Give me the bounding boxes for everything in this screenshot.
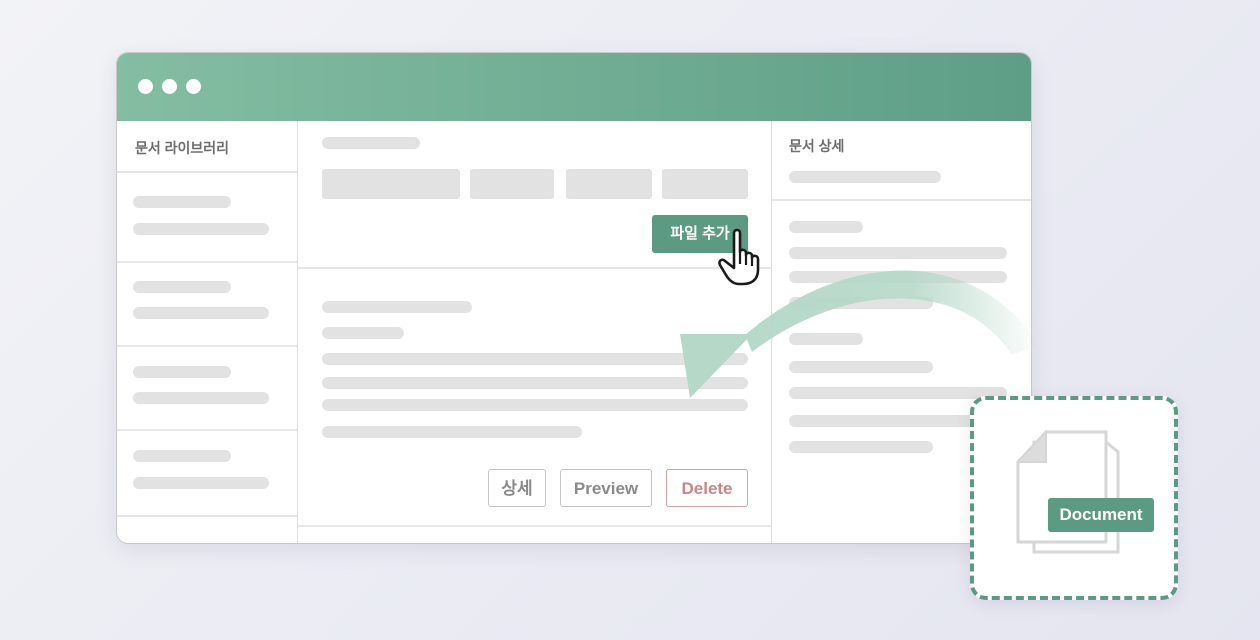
placeholder-line bbox=[789, 171, 941, 183]
hand-pointer-icon bbox=[718, 228, 760, 286]
placeholder-line bbox=[789, 387, 1007, 399]
divider bbox=[117, 345, 298, 347]
placeholder-line bbox=[789, 333, 863, 345]
file-drop-zone[interactable]: Document bbox=[970, 396, 1178, 600]
placeholder-line bbox=[322, 137, 420, 149]
title-bar bbox=[117, 53, 1031, 121]
sidebar-title: 문서 라이브러리 bbox=[135, 140, 230, 156]
window-control-maximize[interactable] bbox=[186, 79, 201, 94]
placeholder-field[interactable] bbox=[662, 169, 748, 199]
placeholder-line bbox=[322, 327, 404, 339]
placeholder-line bbox=[322, 301, 472, 313]
placeholder-line bbox=[322, 399, 748, 411]
placeholder-line bbox=[789, 247, 1007, 259]
details-button[interactable]: 상세 bbox=[488, 469, 546, 507]
divider bbox=[117, 515, 298, 517]
placeholder-line bbox=[133, 477, 269, 489]
placeholder-line bbox=[133, 392, 269, 404]
placeholder-line bbox=[789, 271, 1007, 283]
placeholder-line bbox=[789, 221, 863, 233]
document-label: Document bbox=[1048, 498, 1154, 532]
placeholder-line bbox=[133, 366, 231, 378]
placeholder-line bbox=[322, 353, 748, 365]
detail-title: 문서 상세 bbox=[789, 138, 845, 154]
window-control-minimize[interactable] bbox=[162, 79, 177, 94]
sidebar: 문서 라이브러리 bbox=[117, 121, 298, 543]
divider bbox=[117, 261, 298, 263]
placeholder-line bbox=[133, 223, 269, 235]
placeholder-field[interactable] bbox=[470, 169, 554, 199]
window-control-close[interactable] bbox=[138, 79, 153, 94]
divider bbox=[298, 525, 772, 527]
main-panel: 파일 추가 상세 Preview Delete bbox=[298, 121, 772, 543]
placeholder-line bbox=[789, 441, 933, 453]
divider bbox=[117, 429, 298, 431]
document-icon bbox=[1016, 430, 1120, 554]
divider bbox=[117, 171, 298, 173]
placeholder-line bbox=[789, 297, 933, 309]
placeholder-line bbox=[133, 281, 231, 293]
placeholder-line bbox=[322, 426, 582, 438]
divider bbox=[772, 199, 1031, 201]
placeholder-line bbox=[133, 196, 231, 208]
placeholder-field[interactable] bbox=[322, 169, 460, 199]
preview-button[interactable]: Preview bbox=[560, 469, 652, 507]
placeholder-line bbox=[789, 361, 933, 373]
placeholder-line bbox=[322, 377, 748, 389]
app-window: 문서 라이브러리 파일 추가 상세 Preview Delete 문서 상세 bbox=[116, 52, 1032, 544]
delete-button[interactable]: Delete bbox=[666, 469, 748, 507]
divider bbox=[298, 267, 772, 269]
placeholder-line bbox=[133, 307, 269, 319]
placeholder-line bbox=[133, 450, 231, 462]
placeholder-field[interactable] bbox=[566, 169, 652, 199]
